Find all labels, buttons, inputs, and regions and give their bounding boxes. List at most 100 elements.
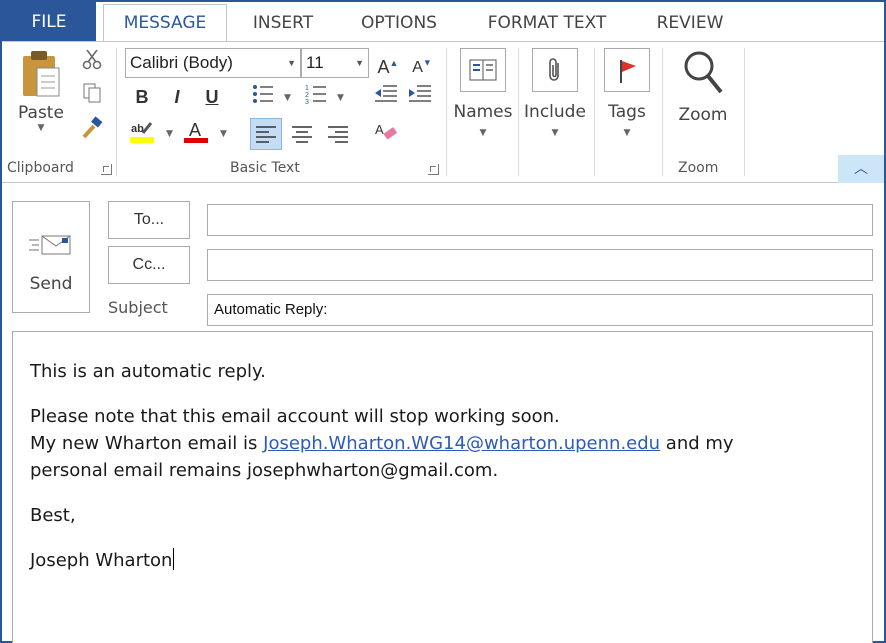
scissors-icon bbox=[82, 49, 102, 70]
chevron-down-icon: ▼ bbox=[355, 58, 364, 68]
numbering-button[interactable]: 123 bbox=[302, 83, 330, 111]
include-label: Include bbox=[524, 102, 586, 122]
paste-button[interactable]: Paste ▼ bbox=[10, 48, 72, 133]
tab-format-text[interactable]: FORMAT TEXT bbox=[472, 5, 622, 42]
increase-indent-button[interactable] bbox=[406, 83, 434, 111]
format-painter-button[interactable] bbox=[78, 116, 106, 144]
send-envelope-icon bbox=[29, 235, 71, 255]
clear-formatting-button[interactable]: A bbox=[372, 120, 400, 148]
shrink-font-button[interactable]: A▼ bbox=[408, 49, 436, 77]
align-right-icon bbox=[328, 126, 348, 143]
bold-button[interactable]: B bbox=[128, 83, 156, 111]
subject-label: Subject bbox=[108, 298, 168, 317]
body-line: This is an automatic reply. bbox=[30, 361, 266, 382]
names-button[interactable]: Names ▼ bbox=[452, 48, 514, 138]
body-text: and my bbox=[660, 433, 734, 454]
paperclip-icon bbox=[549, 58, 559, 81]
chevron-down-icon[interactable]: ▼ bbox=[337, 93, 344, 103]
tab-insert[interactable]: INSERT bbox=[238, 5, 328, 42]
body-text: My new Wharton email is bbox=[30, 433, 264, 454]
decrease-indent-icon bbox=[375, 85, 397, 102]
eraser-icon: A bbox=[375, 122, 397, 140]
bullet-list-icon bbox=[253, 85, 273, 103]
font-color-icon: A bbox=[184, 120, 208, 143]
to-button[interactable]: To... bbox=[108, 201, 190, 239]
chevron-down-icon: ▼ bbox=[623, 128, 631, 138]
increase-indent-icon bbox=[409, 85, 431, 102]
align-right-button[interactable] bbox=[324, 120, 352, 148]
cc-button[interactable]: Cc... bbox=[108, 246, 190, 284]
copy-button[interactable] bbox=[78, 82, 106, 110]
body-line: Please note that this email account will… bbox=[30, 406, 560, 427]
bullets-button[interactable] bbox=[249, 83, 277, 111]
subject-field[interactable]: Automatic Reply: bbox=[207, 294, 873, 326]
svg-text:A: A bbox=[375, 122, 384, 137]
names-label: Names bbox=[453, 102, 513, 122]
grow-font-icon: A▲ bbox=[377, 57, 399, 77]
chevron-down-icon[interactable]: ▼ bbox=[220, 129, 227, 139]
grow-font-button[interactable]: A▲ bbox=[374, 49, 402, 77]
align-left-button[interactable] bbox=[250, 118, 282, 150]
tab-review[interactable]: REVIEW bbox=[642, 5, 738, 42]
shrink-font-icon: A▼ bbox=[412, 58, 432, 77]
clipboard-group-label: Clipboard bbox=[7, 160, 74, 176]
svg-text:1: 1 bbox=[305, 85, 309, 92]
clipboard-launcher-icon[interactable] bbox=[101, 164, 112, 175]
tab-options[interactable]: OPTIONS bbox=[346, 5, 452, 42]
zoom-group-label: Zoom bbox=[678, 160, 719, 176]
font-name-value: Calibri (Body) bbox=[130, 53, 233, 72]
paste-label: Paste bbox=[18, 103, 64, 123]
tab-file[interactable]: FILE bbox=[2, 2, 96, 42]
font-size-value: 11 bbox=[306, 53, 324, 72]
copy-icon bbox=[83, 83, 101, 103]
font-size-select[interactable]: 11 ▼ bbox=[301, 48, 369, 78]
tags-button[interactable]: Tags ▼ bbox=[598, 48, 656, 138]
font-name-select[interactable]: Calibri (Body) ▼ bbox=[125, 48, 301, 78]
body-line: My new Wharton email is Joseph.Wharton.W… bbox=[30, 430, 872, 457]
chevron-down-icon[interactable]: ▼ bbox=[166, 129, 173, 139]
tab-message[interactable]: MESSAGE bbox=[103, 4, 227, 43]
chevron-down-icon[interactable]: ▼ bbox=[284, 93, 291, 103]
collapse-ribbon-button[interactable]: ︿ bbox=[838, 155, 884, 183]
basic-text-launcher-icon[interactable] bbox=[428, 164, 439, 175]
chevron-down-icon: ▼ bbox=[37, 123, 45, 133]
italic-button[interactable]: I bbox=[163, 83, 191, 111]
divider bbox=[446, 48, 447, 176]
send-button[interactable]: Send bbox=[12, 201, 90, 313]
ribbon-tabs: FILE MESSAGE INSERT OPTIONS FORMAT TEXT … bbox=[2, 2, 884, 43]
font-color-button[interactable]: A bbox=[182, 118, 210, 146]
include-button[interactable]: Include ▼ bbox=[520, 48, 590, 138]
divider bbox=[744, 48, 745, 176]
chevron-down-icon: ▼ bbox=[551, 128, 559, 138]
divider bbox=[662, 48, 663, 176]
basic-text-group-label: Basic Text bbox=[230, 160, 300, 176]
flag-icon bbox=[620, 60, 636, 83]
align-left-icon bbox=[256, 126, 276, 143]
divider bbox=[116, 48, 117, 176]
to-field[interactable] bbox=[207, 204, 873, 236]
chevron-down-icon: ▼ bbox=[479, 128, 487, 138]
signature-line: Joseph Wharton bbox=[30, 547, 872, 574]
send-label: Send bbox=[29, 274, 73, 294]
zoom-button[interactable]: Zoom bbox=[668, 48, 738, 125]
cut-button[interactable] bbox=[78, 48, 106, 76]
chevron-down-icon: ▼ bbox=[287, 58, 296, 68]
underline-button[interactable]: U bbox=[198, 83, 226, 111]
message-body[interactable]: This is an automatic reply. Please note … bbox=[12, 331, 873, 643]
magnifier-icon bbox=[684, 51, 723, 94]
svg-text:3: 3 bbox=[305, 99, 309, 105]
cc-field[interactable] bbox=[207, 249, 873, 281]
align-center-icon bbox=[292, 126, 312, 143]
divider bbox=[518, 48, 519, 176]
align-center-button[interactable] bbox=[288, 120, 316, 148]
tags-label: Tags bbox=[608, 102, 646, 122]
highlight-button[interactable]: ab bbox=[128, 118, 156, 146]
email-link[interactable]: Joseph.Wharton.WG14@wharton.upenn.edu bbox=[263, 433, 660, 454]
address-book-icon bbox=[469, 59, 497, 81]
paste-icon bbox=[23, 51, 60, 97]
zoom-label: Zoom bbox=[678, 105, 728, 125]
decrease-indent-button[interactable] bbox=[372, 83, 400, 111]
ribbon: Paste ▼ Clipboard Calibri (Body) ▼ 11 ▼ … bbox=[2, 41, 884, 183]
body-line: personal email remains josephwharton@gma… bbox=[30, 460, 499, 481]
closing-line: Best, bbox=[30, 505, 76, 526]
